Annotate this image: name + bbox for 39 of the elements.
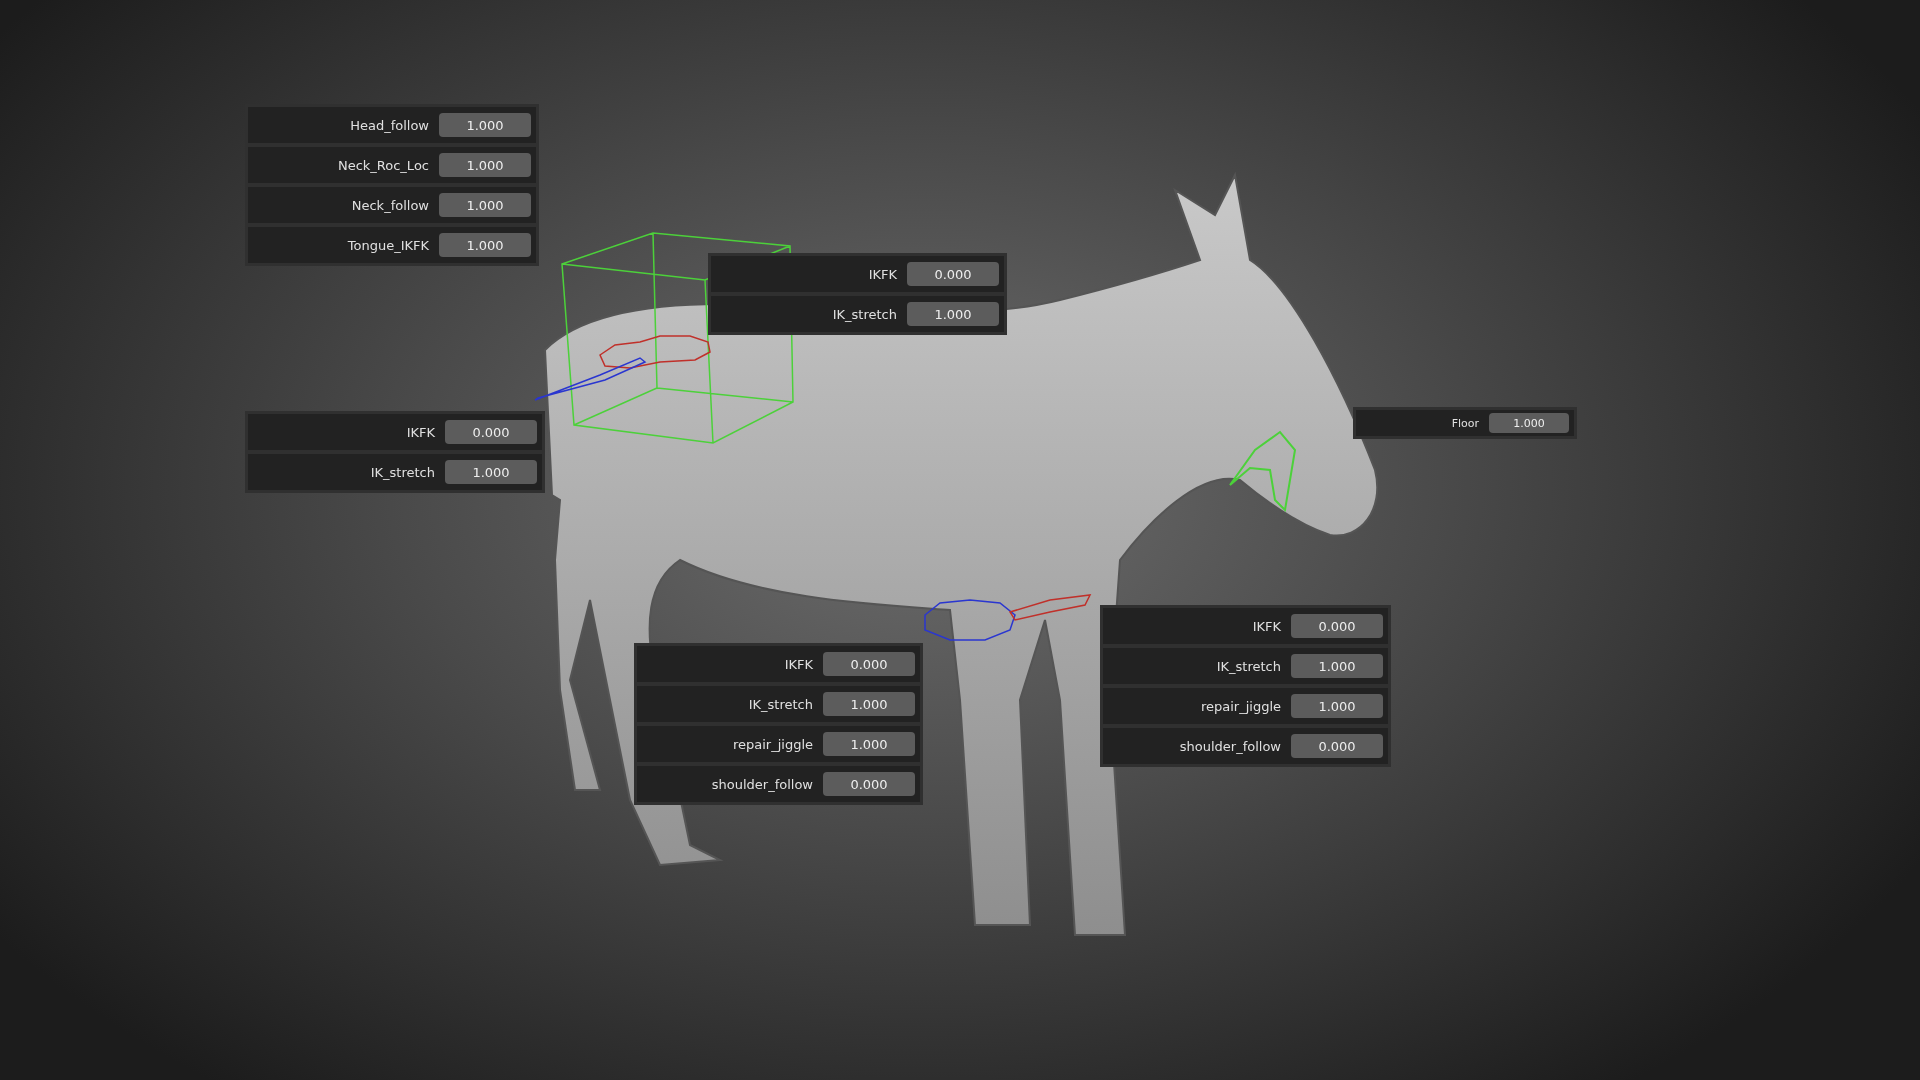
property-label: IKFK [1252, 618, 1281, 634]
value-field[interactable]: 1.000 [1291, 654, 1383, 678]
property-label: IKFK [868, 266, 897, 282]
value-field[interactable]: 1.000 [1291, 694, 1383, 718]
rig-control-outline[interactable] [1229, 430, 1297, 513]
rig-control-outline[interactable] [534, 357, 647, 401]
property-label: Head_follow [350, 117, 429, 133]
property-label: repair_jiggle [732, 736, 813, 752]
property-label: Neck_follow [351, 197, 429, 213]
property-label: IK_stretch [370, 464, 435, 480]
value-field[interactable]: 0.000 [1291, 734, 1383, 758]
property-label: IK_stretch [832, 306, 897, 322]
value-field[interactable]: 0.000 [907, 262, 999, 286]
value-field[interactable]: 1.000 [439, 193, 531, 217]
value-field[interactable]: 1.000 [439, 113, 531, 137]
value-field[interactable]: 0.000 [445, 420, 537, 444]
value-field[interactable]: 0.000 [1291, 614, 1383, 638]
value-field[interactable]: 1.000 [445, 460, 537, 484]
value-field[interactable]: 1.000 [439, 233, 531, 257]
value-field[interactable]: 1.000 [1489, 413, 1569, 433]
property-label: Floor [1451, 416, 1479, 430]
value-field[interactable]: 1.000 [439, 153, 531, 177]
property-label: repair_jiggle [1200, 698, 1281, 714]
value-field[interactable]: 1.000 [907, 302, 999, 326]
value-field[interactable]: 1.000 [823, 732, 915, 756]
property-label: Tongue_IKFK [347, 237, 429, 253]
bounding-cage[interactable] [561, 232, 794, 444]
property-label: IK_stretch [1216, 658, 1281, 674]
property-label: IKFK [784, 656, 813, 672]
value-field[interactable]: 1.000 [823, 692, 915, 716]
property-label: Neck_Roc_Loc [337, 157, 429, 173]
rig-control-outline[interactable] [1008, 594, 1092, 621]
property-label: shoulder_follow [711, 776, 813, 792]
property-label: IK_stretch [748, 696, 813, 712]
value-field[interactable]: 0.000 [823, 772, 915, 796]
rig-control-outline[interactable] [924, 599, 1016, 641]
value-field[interactable]: 0.000 [823, 652, 915, 676]
property-label: shoulder_follow [1179, 738, 1281, 754]
property-label: IKFK [406, 424, 435, 440]
